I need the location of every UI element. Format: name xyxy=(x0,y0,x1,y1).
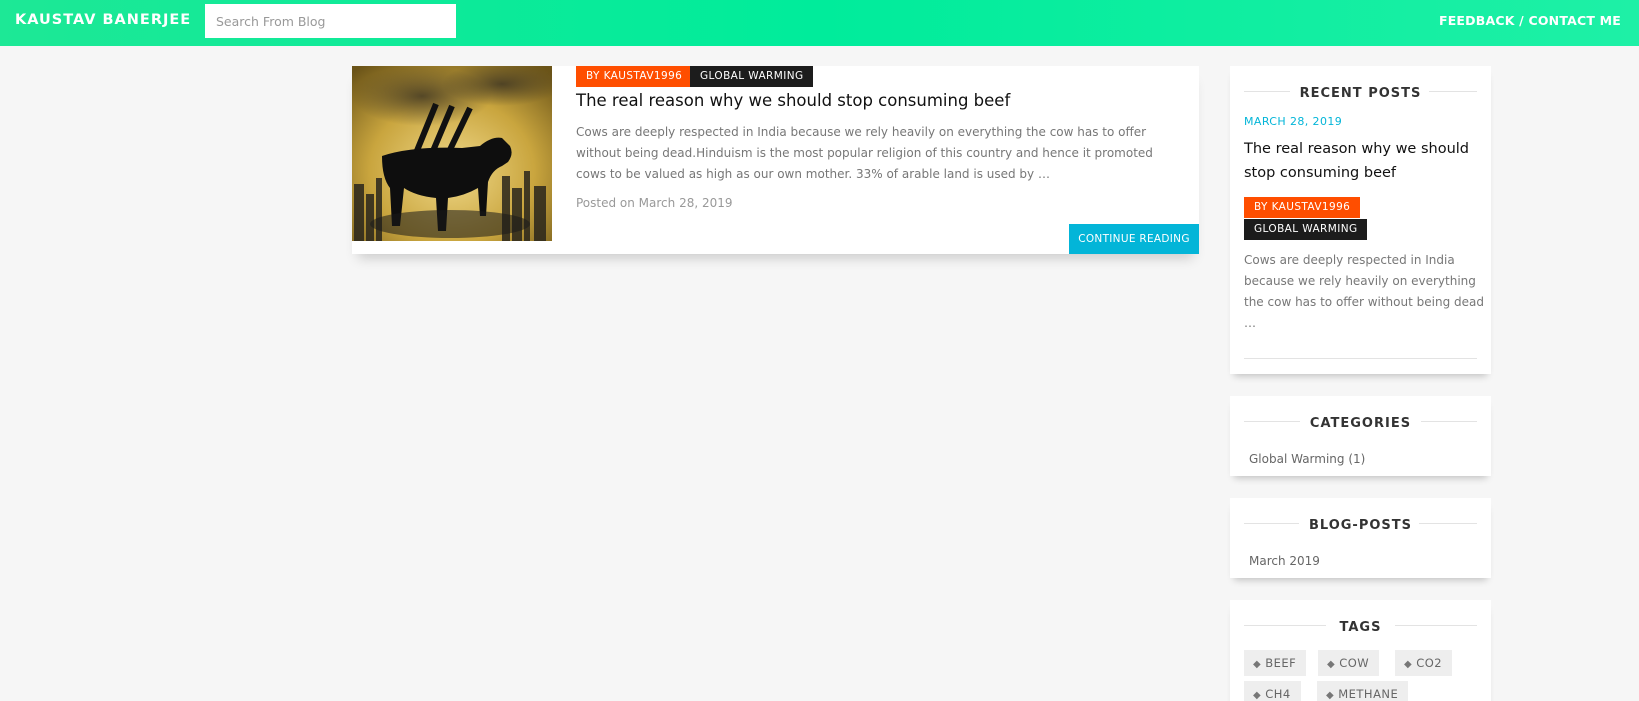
tag-icon: ◆ xyxy=(1253,659,1262,670)
post-excerpt: Cows are deeply respected in India becau… xyxy=(576,125,1153,181)
tag-ch4[interactable]: ◆ CH4 xyxy=(1244,681,1301,701)
recent-post-title[interactable]: The real reason why we should stop consu… xyxy=(1244,137,1480,185)
cow-pollution-image xyxy=(352,66,552,241)
author-badge[interactable]: BY KAUSTAV1996 xyxy=(576,66,693,87)
continue-reading-button[interactable]: CONTINUE READING xyxy=(1069,224,1199,254)
recent-category-badge[interactable]: GLOBAL WARMING xyxy=(1244,219,1368,240)
widget-heading: TAGS xyxy=(1230,616,1491,636)
widget-heading: RECENT POSTS xyxy=(1230,82,1491,102)
recent-author-badge[interactable]: BY KAUSTAV1996 xyxy=(1244,197,1361,218)
tag-methane[interactable]: ◆ METHANE xyxy=(1317,681,1409,701)
tag-icon: ◆ xyxy=(1253,690,1262,701)
recent-post-date[interactable]: MARCH 28, 2019 xyxy=(1244,115,1342,128)
blog-posts-widget: BLOG-POSTS March 2019 xyxy=(1230,498,1491,578)
tag-beef[interactable]: ◆ BEEF xyxy=(1244,650,1307,676)
tag-cow[interactable]: ◆ COW xyxy=(1318,650,1380,676)
post-date: Posted on March 28, 2019 xyxy=(576,196,733,210)
tag-label: CO2 xyxy=(1416,656,1443,670)
widget-heading: BLOG-POSTS xyxy=(1230,514,1491,534)
divider xyxy=(1244,358,1477,359)
recent-post-excerpt: Cows are deeply respected in India becau… xyxy=(1244,253,1484,330)
tags-heading: TAGS xyxy=(1329,620,1392,635)
tag-label: COW xyxy=(1339,656,1370,670)
tags-widget: TAGS ◆ BEEF ◆ COW ◆ CO2 ◆ CH4 ◆ METHANE xyxy=(1230,600,1491,701)
tag-icon: ◆ xyxy=(1327,659,1336,670)
post-title[interactable]: The real reason why we should stop consu… xyxy=(576,91,1010,110)
tag-label: BEEF xyxy=(1265,656,1297,670)
site-brand[interactable]: KAUSTAV BANERJEE xyxy=(15,12,191,28)
recent-posts-heading: RECENT POSTS xyxy=(1289,86,1432,101)
tag-label: CH4 xyxy=(1265,687,1291,701)
categories-widget: CATEGORIES Global Warming (1) xyxy=(1230,396,1491,476)
tag-icon: ◆ xyxy=(1404,659,1413,670)
top-navbar: KAUSTAV BANERJEE FEEDBACK / CONTACT ME xyxy=(0,0,1639,46)
recent-posts-widget: RECENT POSTS MARCH 28, 2019 The real rea… xyxy=(1230,66,1491,374)
post-thumbnail[interactable] xyxy=(352,66,552,241)
search-input[interactable] xyxy=(205,4,456,38)
tag-icon: ◆ xyxy=(1326,690,1335,701)
categories-heading: CATEGORIES xyxy=(1299,416,1422,431)
tag-co2[interactable]: ◆ CO2 xyxy=(1395,650,1453,676)
feedback-contact-link[interactable]: FEEDBACK / CONTACT ME xyxy=(1439,13,1621,28)
post-card: BY KAUSTAV1996 GLOBAL WARMING The real r… xyxy=(352,66,1199,254)
category-badge[interactable]: GLOBAL WARMING xyxy=(690,66,814,87)
category-link[interactable]: Global Warming (1) xyxy=(1249,452,1365,466)
tag-label: METHANE xyxy=(1338,687,1399,701)
widget-heading: CATEGORIES xyxy=(1230,412,1491,432)
blog-posts-heading: BLOG-POSTS xyxy=(1298,518,1423,533)
archive-link[interactable]: March 2019 xyxy=(1249,554,1320,568)
